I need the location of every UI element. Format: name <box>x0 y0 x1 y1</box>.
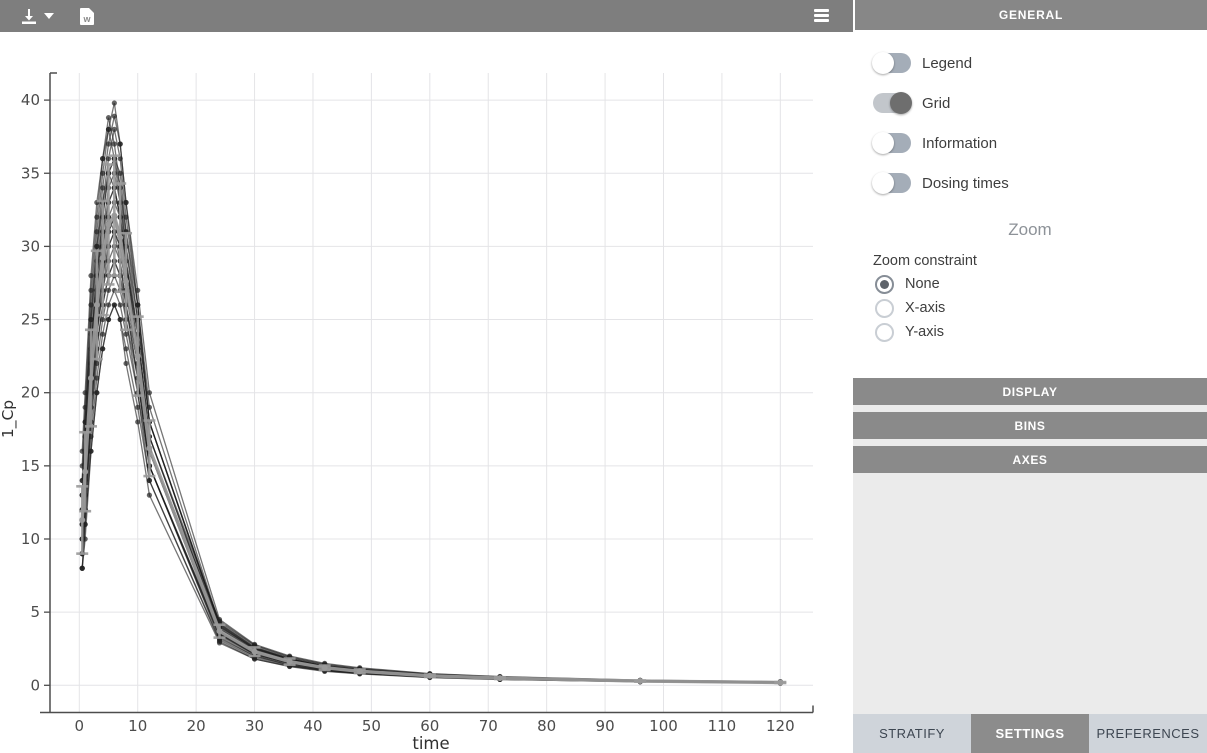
zoom-constraint-y-axis[interactable]: Y-axis <box>875 320 1207 344</box>
radio-button[interactable] <box>875 323 894 342</box>
section-axes[interactable]: AXES <box>853 446 1207 473</box>
svg-text:100: 100 <box>649 717 678 735</box>
tab-stratify[interactable]: STRATIFY <box>853 714 971 753</box>
legend-toggle[interactable] <box>873 53 911 73</box>
toggle-knob <box>872 132 894 154</box>
settings-panel: GENERAL Legend Grid Information Dosing time… <box>853 0 1207 753</box>
zoom-constraint-x-axis[interactable]: X-axis <box>875 296 1207 320</box>
svg-text:40: 40 <box>21 91 40 109</box>
svg-text:10: 10 <box>128 717 147 735</box>
dosing-times-toggle[interactable] <box>873 173 911 193</box>
svg-text:5: 5 <box>30 603 40 621</box>
pk-spaghetti-chart[interactable]: 0 5 10 15 20 25 30 35 40 0 10 20 30 40 50 60 70 80 90 100 11… <box>0 0 853 753</box>
bottom-tabs: STRATIFYSETTINGSPREFERENCES <box>853 714 1207 753</box>
toggle-row-dosing-times[interactable]: Dosing times <box>873 163 1207 203</box>
caret-down-icon[interactable] <box>44 13 54 19</box>
svg-text:35: 35 <box>21 164 40 182</box>
zoom-constraint-label: Zoom constraint <box>873 253 1207 269</box>
svg-text:60: 60 <box>420 717 439 735</box>
svg-text:1_Cp: 1_Cp <box>0 400 18 438</box>
svg-text:40: 40 <box>303 717 322 735</box>
word-export-icon[interactable]: w <box>80 8 94 25</box>
svg-text:0: 0 <box>30 676 40 694</box>
svg-text:30: 30 <box>245 717 264 735</box>
information-toggle[interactable] <box>873 133 911 153</box>
toggle-label: Legend <box>922 55 972 72</box>
svg-text:90: 90 <box>596 717 615 735</box>
radio-button[interactable] <box>875 299 894 318</box>
section-bins[interactable]: BINS <box>853 412 1207 439</box>
radio-label: None <box>905 276 940 292</box>
panel-header-general[interactable]: GENERAL <box>853 0 1207 30</box>
page-fold <box>89 8 94 13</box>
toggle-label: Dosing times <box>922 175 1009 192</box>
toggle-knob <box>872 172 894 194</box>
toggle-label: Grid <box>922 95 950 112</box>
svg-text:time: time <box>412 734 449 753</box>
svg-text:20: 20 <box>21 384 40 402</box>
toggle-row-grid[interactable]: Grid <box>873 83 1207 123</box>
radio-dot <box>880 280 889 289</box>
zoom-constraint-none[interactable]: None <box>875 272 1207 296</box>
download-icon[interactable] <box>20 8 38 25</box>
toggle-label: Information <box>922 135 997 152</box>
svg-text:70: 70 <box>479 717 498 735</box>
radio-label: Y-axis <box>905 324 944 340</box>
grid-toggle[interactable] <box>873 93 911 113</box>
app-window: 0 5 10 15 20 25 30 35 40 0 10 20 30 40 50 60 70 80 90 100 11… <box>0 0 1207 753</box>
toggle-knob <box>890 92 912 114</box>
svg-text:120: 120 <box>766 717 795 735</box>
radio-label: X-axis <box>905 300 945 316</box>
panel-body: Legend Grid Information Dosing times Zoom Z… <box>853 30 1207 378</box>
svg-text:0: 0 <box>75 717 85 735</box>
zoom-constraint-options: None X-axis Y-axis <box>875 272 1207 344</box>
toggle-knob <box>872 52 894 74</box>
svg-text:30: 30 <box>21 237 40 255</box>
radio-button[interactable] <box>875 275 894 294</box>
svg-text:25: 25 <box>21 311 40 329</box>
toggle-group: Legend Grid Information Dosing times <box>853 30 1207 203</box>
word-letter: w <box>83 14 90 25</box>
zoom-section-title: Zoom <box>853 220 1207 240</box>
section-headers: DISPLAY BINS AXES <box>853 378 1207 714</box>
svg-text:80: 80 <box>537 717 556 735</box>
svg-text:20: 20 <box>187 717 206 735</box>
toggle-row-information[interactable]: Information <box>873 123 1207 163</box>
svg-text:50: 50 <box>362 717 381 735</box>
hamburger-menu-icon[interactable] <box>814 9 829 22</box>
svg-text:10: 10 <box>21 530 40 548</box>
svg-text:110: 110 <box>708 717 737 735</box>
tab-settings[interactable]: SETTINGS <box>971 714 1089 753</box>
toggle-row-legend[interactable]: Legend <box>873 43 1207 83</box>
section-display[interactable]: DISPLAY <box>853 378 1207 405</box>
top-toolbar: w <box>0 0 853 32</box>
svg-text:15: 15 <box>21 457 40 475</box>
tab-preferences[interactable]: PREFERENCES <box>1089 714 1207 753</box>
